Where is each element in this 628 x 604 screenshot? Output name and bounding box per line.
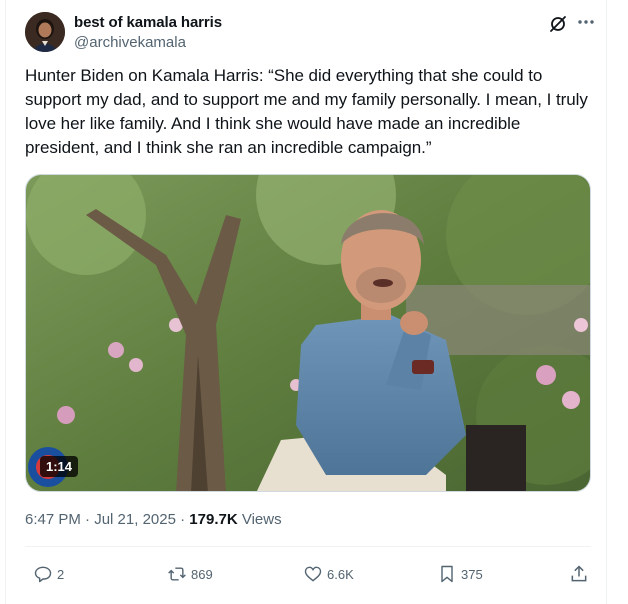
separator: · bbox=[175, 511, 190, 528]
reply-count: 2 bbox=[57, 566, 65, 582]
like-button[interactable]: 6.6K bbox=[303, 560, 354, 588]
post-date[interactable]: Jul 21, 2025 bbox=[94, 511, 176, 528]
repost-button[interactable]: 869 bbox=[167, 560, 213, 588]
action-bar: 2 869 6.6K 375 bbox=[25, 560, 591, 588]
tweet-card: best of kamala harris @archivekamala Hun… bbox=[5, 0, 607, 604]
heart-icon bbox=[304, 566, 322, 582]
video-thumbnail bbox=[26, 175, 590, 491]
user-handle[interactable]: @archivekamala bbox=[74, 34, 186, 51]
tweet-text: Hunter Biden on Kamala Harris: “She did … bbox=[25, 66, 593, 157]
separator: · bbox=[80, 511, 95, 528]
display-name[interactable]: best of kamala harris bbox=[74, 14, 222, 31]
post-time[interactable]: 6:47 PM bbox=[25, 511, 81, 528]
grok-icon[interactable] bbox=[548, 14, 568, 34]
reply-button[interactable]: 2 bbox=[33, 560, 64, 588]
video-duration: 1:14 bbox=[40, 456, 79, 477]
tweet-meta: 6:47 PM · Jul 21, 2025 · 179.7K Views bbox=[25, 511, 282, 528]
views-count: 179.7K bbox=[189, 511, 238, 528]
share-icon bbox=[571, 565, 587, 582]
share-button[interactable] bbox=[569, 560, 593, 588]
divider bbox=[25, 546, 591, 547]
bookmark-icon bbox=[441, 565, 453, 583]
views-label: Views bbox=[237, 511, 282, 528]
bookmark-button[interactable]: 375 bbox=[437, 560, 483, 588]
video-player[interactable]: 1:14 bbox=[25, 174, 591, 492]
repost-count: 869 bbox=[191, 566, 213, 582]
avatar[interactable] bbox=[25, 12, 65, 52]
reply-icon bbox=[34, 566, 52, 583]
more-icon[interactable] bbox=[576, 12, 596, 32]
bookmark-count: 375 bbox=[461, 566, 483, 582]
repost-icon bbox=[168, 567, 186, 581]
avatar-photo bbox=[25, 12, 65, 52]
like-count: 6.6K bbox=[327, 566, 354, 582]
